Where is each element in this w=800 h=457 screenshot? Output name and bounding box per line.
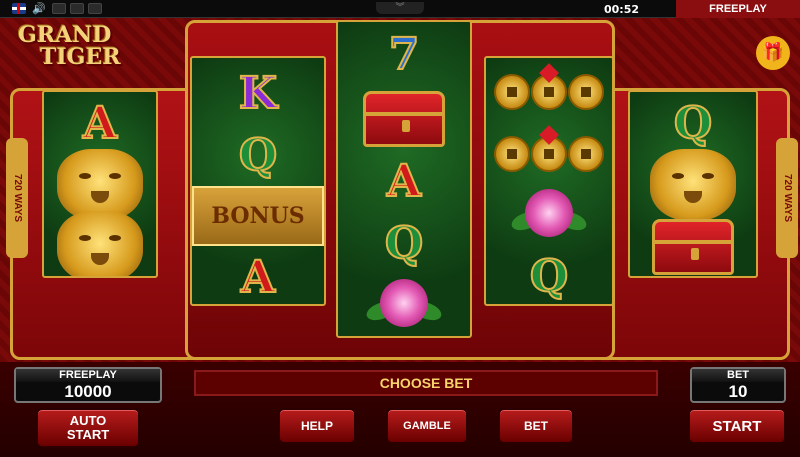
symbol-seven: 7: [338, 26, 470, 82]
ways-badge-right: 720 WAYS: [776, 138, 798, 258]
square-icon[interactable]: [52, 3, 66, 14]
game-stage: GRAND TIGER 720 WAYS 720 WAYS 🎁 A K Q BO…: [0, 18, 800, 362]
reel-3: 7 A Q: [336, 20, 472, 338]
symbol-tiger: [630, 149, 756, 221]
letter-q: Q: [529, 250, 569, 303]
symbol-a: A: [192, 248, 324, 304]
tiger-icon: [650, 149, 736, 221]
balance-display: FREEPLAY 10000: [14, 367, 162, 403]
letter-a: A: [386, 155, 422, 208]
top-bar: 🔊 ︾ 00:52 FREEPLAY: [0, 0, 800, 18]
symbol-q: Q: [486, 246, 612, 304]
digit-seven: 7: [388, 28, 421, 81]
lucky-coins-icon: [494, 125, 604, 178]
chevron-down-icon[interactable]: ︾: [376, 2, 424, 14]
ways-badge-left: 720 WAYS: [6, 138, 28, 258]
bonus-symbol: BONUS: [192, 186, 324, 246]
bet-button[interactable]: BET: [498, 408, 574, 444]
gamble-button[interactable]: GAMBLE: [386, 408, 468, 444]
letter-q: Q: [384, 217, 424, 270]
mode-badge: FREEPLAY: [676, 0, 800, 18]
auto-start-line1: AUTO: [69, 413, 107, 428]
uk-flag-icon[interactable]: [12, 3, 26, 14]
auto-start-button[interactable]: AUTO START: [36, 408, 140, 448]
gift-icon[interactable]: 🎁: [756, 36, 790, 70]
auto-start-line2: START: [66, 427, 110, 442]
peony-flower-icon: [364, 275, 444, 335]
game-logo: GRAND TIGER: [18, 24, 168, 84]
letter-q: Q: [238, 129, 278, 182]
symbol-coins: [486, 62, 612, 120]
symbol-coins: [486, 124, 612, 182]
bet-display: BET 10: [690, 367, 786, 403]
symbol-bonus: BONUS: [192, 186, 324, 246]
symbol-a: A: [44, 94, 156, 152]
letter-a: A: [82, 97, 118, 150]
symbol-peony: [486, 184, 612, 246]
balance-value: 10000: [64, 382, 112, 401]
reel-1: A: [42, 90, 158, 278]
speaker-icon[interactable]: 🔊: [32, 3, 46, 14]
reel-5: Q: [628, 90, 758, 278]
tiger-icon: [57, 211, 143, 276]
status-message: CHOOSE BET: [194, 370, 658, 396]
balance-label: FREEPLAY: [16, 369, 160, 382]
logo-line2: TIGER: [40, 44, 121, 70]
letter-q: Q: [673, 97, 713, 150]
reel-2: K Q BONUS A: [190, 56, 326, 306]
square-icon[interactable]: [70, 3, 84, 14]
lucky-coins-icon: [494, 63, 604, 116]
square-icon[interactable]: [88, 3, 102, 14]
clock: 00:52: [604, 3, 640, 16]
treasure-chest-icon: [363, 91, 445, 147]
symbol-q: Q: [630, 94, 756, 152]
bet-value: 10: [728, 382, 748, 401]
symbol-chest: [630, 216, 756, 276]
symbol-tiger: [44, 211, 156, 276]
symbol-peony: [338, 274, 470, 336]
peony-flower-icon: [509, 185, 589, 245]
symbol-k: K: [192, 64, 324, 122]
letter-k: K: [238, 67, 278, 120]
symbol-q: Q: [338, 212, 470, 274]
bet-label: BET: [692, 369, 784, 382]
help-button[interactable]: HELP: [278, 408, 356, 444]
symbol-tiger: [44, 149, 156, 221]
symbol-chest: [338, 88, 470, 150]
symbol-q: Q: [192, 126, 324, 184]
reel-4: Q: [484, 56, 614, 306]
letter-a: A: [240, 251, 276, 304]
start-button[interactable]: START: [688, 408, 786, 444]
symbol-a: A: [338, 150, 470, 212]
treasure-chest-icon: [652, 219, 734, 275]
